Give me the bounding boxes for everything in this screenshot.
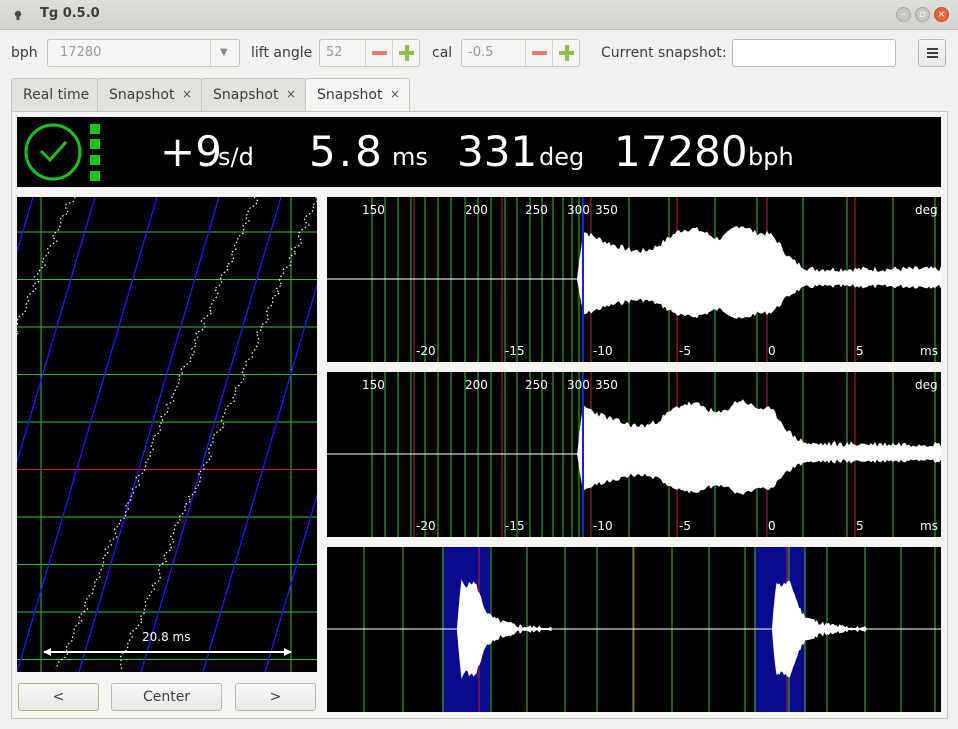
deg-tick: 300	[567, 203, 590, 217]
tab-close-icon[interactable]: ×	[286, 87, 296, 101]
maximize-button[interactable]: ▫	[915, 7, 930, 22]
amplitude-unit: deg	[539, 143, 585, 171]
tab-close-icon[interactable]: ×	[182, 87, 192, 101]
waveform-envelope	[577, 399, 941, 496]
cal-decrease-button[interactable]	[525, 40, 553, 66]
ms-unit: ms	[920, 344, 938, 358]
lift-angle-decrease-button[interactable]	[365, 40, 393, 66]
rate-value: +9	[160, 127, 222, 176]
chevron-down-icon: ▼	[220, 47, 228, 58]
ms-tick: -10	[593, 344, 613, 358]
ms-unit: ms	[920, 519, 938, 533]
lift-angle-increase-button[interactable]	[392, 40, 420, 66]
cal-label: cal	[432, 45, 453, 61]
minus-icon	[532, 51, 547, 55]
waveform-envelope	[577, 226, 941, 319]
close-window-button[interactable]: ×	[934, 7, 949, 22]
bph-dropdown-button[interactable]: ▼	[210, 40, 239, 66]
paperstrip-plot: 20.8 ms	[17, 197, 317, 672]
ms-tick: -5	[679, 344, 691, 358]
beat-burst	[772, 580, 867, 678]
tic-waveform-plot: 150 200 250 300 350 deg -20 -15 -10 -5 0…	[327, 197, 941, 362]
deg-tick: 150	[362, 203, 385, 217]
tab-snapshot-3[interactable]: Snapshot ×	[305, 78, 410, 112]
deg-tick: 350	[595, 203, 618, 217]
rate-unit: s/d	[218, 143, 254, 171]
period-waveform-graphic	[327, 547, 941, 712]
tab-label: Snapshot	[109, 87, 175, 103]
hamburger-icon	[927, 48, 938, 50]
ms-tick: 5	[856, 519, 864, 533]
window-title: Tg 0.5.0	[40, 6, 100, 21]
ms-tick: -10	[593, 519, 613, 533]
title-bar: Tg 0.5.0 – ▫ ×	[0, 0, 958, 30]
maximize-icon: ▫	[919, 9, 926, 20]
previous-button[interactable]: <	[18, 683, 99, 711]
bph-combo[interactable]: 17280 ▼	[47, 39, 240, 67]
deg-tick: 200	[465, 378, 488, 392]
ms-tick: 5	[856, 344, 864, 358]
span-marker	[43, 648, 292, 656]
current-snapshot-input[interactable]	[732, 39, 896, 67]
lift-angle-value: 52	[326, 45, 343, 60]
deg-tick: 350	[595, 378, 618, 392]
amplitude-value: 331	[457, 127, 538, 176]
deg-unit: deg	[915, 378, 938, 392]
ms-tick: -5	[679, 519, 691, 533]
deg-tick: 200	[465, 203, 488, 217]
cal-value: -0.5	[468, 45, 494, 60]
center-button[interactable]: Center	[111, 683, 222, 711]
beat-error-unit: ms	[392, 143, 428, 171]
bph-readout-unit: bph	[748, 143, 794, 171]
beat-burst	[457, 579, 552, 679]
next-button[interactable]: >	[235, 683, 316, 711]
ms-tick: -15	[505, 519, 525, 533]
deg-unit: deg	[915, 203, 938, 217]
tab-label: Real time	[23, 87, 90, 103]
ms-tick: 0	[768, 344, 776, 358]
beat-error-value: 5.8	[309, 127, 385, 176]
ms-tick: -15	[505, 344, 525, 358]
bph-label: bph	[11, 45, 38, 61]
app-icon	[14, 10, 22, 20]
span-label: 20.8 ms	[142, 630, 191, 644]
ms-tick: -20	[416, 344, 436, 358]
minus-icon	[372, 51, 387, 55]
ms-tick: -20	[416, 519, 436, 533]
lift-angle-spinner[interactable]: 52	[319, 39, 420, 67]
period-waveform-plot	[327, 547, 941, 712]
tab-snapshot-2[interactable]: Snapshot ×	[201, 78, 306, 111]
minimize-icon: –	[901, 9, 906, 20]
current-snapshot-label: Current snapshot:	[601, 45, 727, 61]
tab-real-time[interactable]: Real time	[11, 78, 98, 111]
close-icon: ×	[937, 9, 946, 20]
menu-button[interactable]	[918, 39, 946, 67]
toc-waveform-plot: 150 200 250 300 350 deg -20 -15 -10 -5 0…	[327, 372, 941, 537]
clock-status-icon	[24, 123, 82, 181]
readout-bar: +9 s/d 5.8 ms 331 deg 17280 bph	[17, 117, 941, 187]
cal-spinner[interactable]: -0.5	[461, 39, 580, 67]
deg-tick: 250	[525, 378, 548, 392]
deg-tick: 150	[362, 378, 385, 392]
ms-tick: 0	[768, 519, 776, 533]
tab-label: Snapshot	[213, 87, 279, 103]
lift-angle-label: lift angle	[251, 45, 313, 61]
tic-waveform-graphic	[327, 197, 941, 362]
bph-value: 17280	[60, 45, 102, 60]
deg-tick: 300	[567, 378, 590, 392]
deg-tick: 250	[525, 203, 548, 217]
cal-increase-button[interactable]	[552, 40, 580, 66]
toc-waveform-graphic	[327, 372, 941, 537]
tab-close-icon[interactable]: ×	[390, 87, 400, 101]
bph-readout-value: 17280	[614, 127, 748, 176]
minimize-button[interactable]: –	[896, 7, 911, 22]
tab-label: Snapshot	[317, 87, 383, 103]
tab-snapshot-1[interactable]: Snapshot ×	[97, 78, 202, 111]
